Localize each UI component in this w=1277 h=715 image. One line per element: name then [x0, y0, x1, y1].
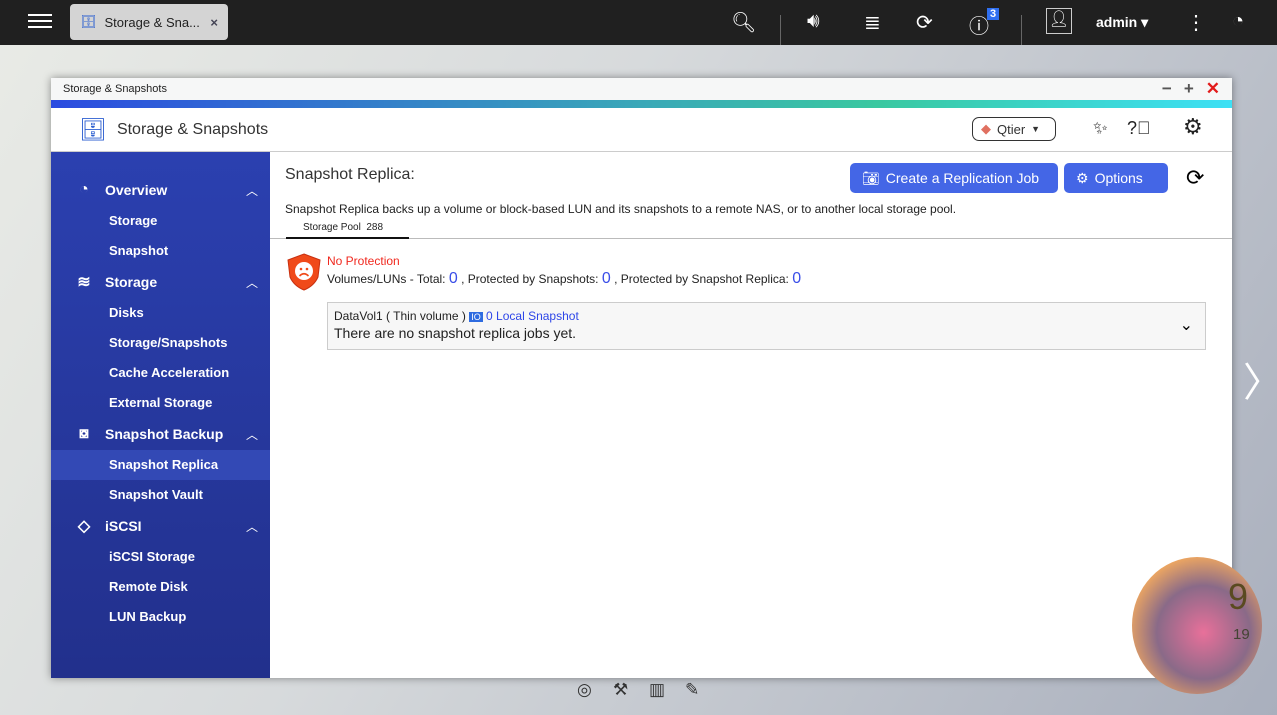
user-avatar-icon[interactable]: 👤︎ — [1046, 8, 1072, 34]
sidebar-group-overview[interactable]: ◔ Overview ︿ — [51, 174, 270, 206]
empty-message: There are no snapshot replica jobs yet. — [334, 325, 577, 341]
volume-name: DataVol1 ( Thin volume ) — [334, 309, 466, 323]
sidebar-item-snapshot-replica[interactable]: Snapshot Replica — [51, 450, 270, 480]
notes-icon[interactable]: ✎ — [685, 680, 699, 700]
database-icon: ≋ — [77, 274, 91, 291]
next-arrow-icon[interactable]: 〉 — [1243, 350, 1277, 408]
tools-icon[interactable]: ⚒ — [613, 680, 628, 700]
sync-icon[interactable]: ⟳ — [916, 10, 933, 35]
divider — [1021, 15, 1022, 45]
sidebar-group-storage[interactable]: ≋ Storage ︿ — [51, 266, 270, 298]
group-label: Overview — [105, 182, 168, 198]
sidebar-item-external-storage[interactable]: External Storage — [51, 388, 270, 418]
stat-snapshots: 0 — [601, 270, 611, 287]
clock-hour: 19 — [1233, 626, 1250, 643]
chevron-down-icon[interactable]: ⌄ — [1180, 315, 1193, 335]
top-bar: 🗄 Storage & Sna... × 🔍︎ 🔊︎ ≣ ⟳ ⓘ 3 👤︎ ad… — [0, 0, 1277, 45]
chevron-up-icon[interactable]: ︿ — [246, 426, 258, 443]
volume-card[interactable]: DataVol1 ( Thin volume ) IO 0 Local Snap… — [327, 302, 1206, 350]
app-window: Storage & Snapshots − + ✕ 🗄 Storage & Snap… — [51, 78, 1232, 678]
group-label: iSCSI — [105, 518, 142, 534]
layers-icon: ◆ — [981, 121, 991, 136]
sidebar-item-snapshot-vault[interactable]: Snapshot Vault — [51, 480, 270, 510]
sidebar-group-snapshot-backup[interactable]: ⧇ Snapshot Backup ︿ — [51, 418, 270, 450]
settings-icon[interactable]: ⚙ — [1183, 114, 1203, 140]
group-label: Snapshot Backup — [105, 426, 224, 442]
chevron-up-icon[interactable]: ︿ — [246, 182, 258, 199]
window-title: Storage & Snapshots — [63, 83, 167, 95]
description: Snapshot Replica backs up a volume or bl… — [285, 202, 957, 216]
sidebar-item-disks[interactable]: Disks — [51, 298, 270, 328]
stat-label: Volumes/LUNs - Total: — [327, 272, 446, 286]
create-replication-job-button[interactable]: 📷︎ Create a Replication Job — [850, 163, 1058, 193]
snapshot-icon: IO — [469, 312, 483, 322]
dashboard-icon[interactable]: ◔ — [1232, 10, 1244, 33]
menu-icon[interactable] — [28, 10, 52, 32]
sidebar-item-cache-acceleration[interactable]: Cache Acceleration — [51, 358, 270, 388]
refresh-icon[interactable]: ⟳ — [1186, 165, 1204, 191]
button-label: Create a Replication Job — [885, 170, 1040, 186]
protection-stats: Volumes/LUNs - Total: 0 , Protected by S… — [327, 270, 801, 288]
more-icon[interactable]: ⋮ — [1186, 10, 1206, 35]
accent-bar — [51, 100, 1232, 108]
stat-label: , Protected by Snapshots: — [461, 272, 599, 286]
window-titlebar: Storage & Snapshots − + ✕ — [51, 78, 1232, 100]
chevron-up-icon[interactable]: ︿ — [246, 518, 258, 535]
main-content: Snapshot Replica: 📷︎ Create a Replication… — [270, 152, 1232, 678]
camera-icon: ⧇ — [78, 425, 90, 442]
group-label: Storage — [105, 274, 158, 290]
volume-icon[interactable]: 🔊︎ — [807, 10, 820, 33]
stat-total: 0 — [448, 270, 458, 287]
close-tab-icon[interactable]: × — [210, 15, 218, 30]
shield-sad-icon — [287, 253, 321, 291]
wizard-icon[interactable]: ✨︎ — [1093, 118, 1108, 139]
app-title: Storage & Snapshots — [116, 120, 269, 138]
local-snapshot-link[interactable]: 0 Local Snapshot — [486, 309, 579, 323]
sidebar-item-remote-disk[interactable]: Remote Disk — [51, 572, 270, 602]
stat-replica: 0 — [792, 270, 802, 287]
maximize-icon[interactable]: + — [1184, 79, 1194, 99]
snapshot-icon: 📷︎ — [862, 169, 880, 186]
notification-badge: 3 — [987, 8, 1000, 20]
clock-day: 9 — [1228, 576, 1249, 617]
sidebar: ◔ Overview ︿ Storage Snapshot ≋ Storage ︿ Di… — [51, 152, 270, 678]
username: admin — [1096, 14, 1138, 30]
close-icon[interactable]: ✕ — [1206, 79, 1220, 99]
stat-label: , Protected by Snapshot Replica: — [614, 272, 789, 286]
sidebar-item-storage-snapshots[interactable]: Storage/Snapshots — [51, 328, 270, 358]
protection-status: No Protection — [327, 254, 400, 268]
qtier-label: Qtier — [997, 121, 1026, 137]
search-icon[interactable]: 🔍︎ — [731, 10, 756, 35]
gauge-icon: ◔ — [79, 181, 89, 198]
sidebar-item-lun-backup[interactable]: LUN Backup — [51, 602, 270, 632]
info-icon[interactable]: ⓘ — [969, 10, 989, 39]
sidebar-item-overview-storage[interactable]: Storage — [51, 206, 270, 236]
minimize-icon[interactable]: − — [1162, 79, 1172, 99]
divider — [780, 15, 781, 45]
qtier-dropdown[interactable]: ◆ Qtier ▼ — [972, 117, 1056, 141]
storage-app-icon: 🗄 — [79, 116, 107, 142]
chevron-up-icon[interactable]: ︿ — [246, 274, 258, 291]
tab-storage-pool[interactable]: Storage Pool 288 — [286, 219, 409, 239]
options-button[interactable]: ⚙ Options — [1064, 163, 1168, 193]
tab-title: Storage & Sna... — [104, 14, 200, 30]
page-title: Snapshot Replica: — [285, 166, 415, 183]
dock-icon[interactable]: ◎ — [577, 680, 592, 700]
user-menu[interactable]: admin ▾ — [1096, 14, 1148, 31]
book-icon[interactable]: ▥ — [649, 680, 665, 700]
iscsi-icon: ◇ — [77, 518, 91, 535]
help-icon[interactable]: ?⃝ — [1127, 118, 1151, 139]
button-label: Options — [1094, 170, 1143, 186]
sidebar-item-overview-snapshot[interactable]: Snapshot — [51, 236, 270, 266]
tab-bar: Storage Pool 288 — [270, 219, 1232, 239]
sidebar-item-iscsi-storage[interactable]: iSCSI Storage — [51, 542, 270, 572]
app-header: 🗄 Storage & Snapshots ◆ Qtier ▼ ✨︎ ?⃝ ⚙ — [51, 108, 1232, 152]
storage-app-icon: 🗄 — [80, 14, 97, 29]
app-tab[interactable]: 🗄 Storage & Sna... × — [70, 4, 228, 40]
sidebar-group-iscsi[interactable]: ◇ iSCSI ︿ — [51, 510, 270, 542]
tasks-icon[interactable]: ≣ — [864, 10, 881, 35]
gear-icon: ⚙ — [1076, 169, 1089, 186]
